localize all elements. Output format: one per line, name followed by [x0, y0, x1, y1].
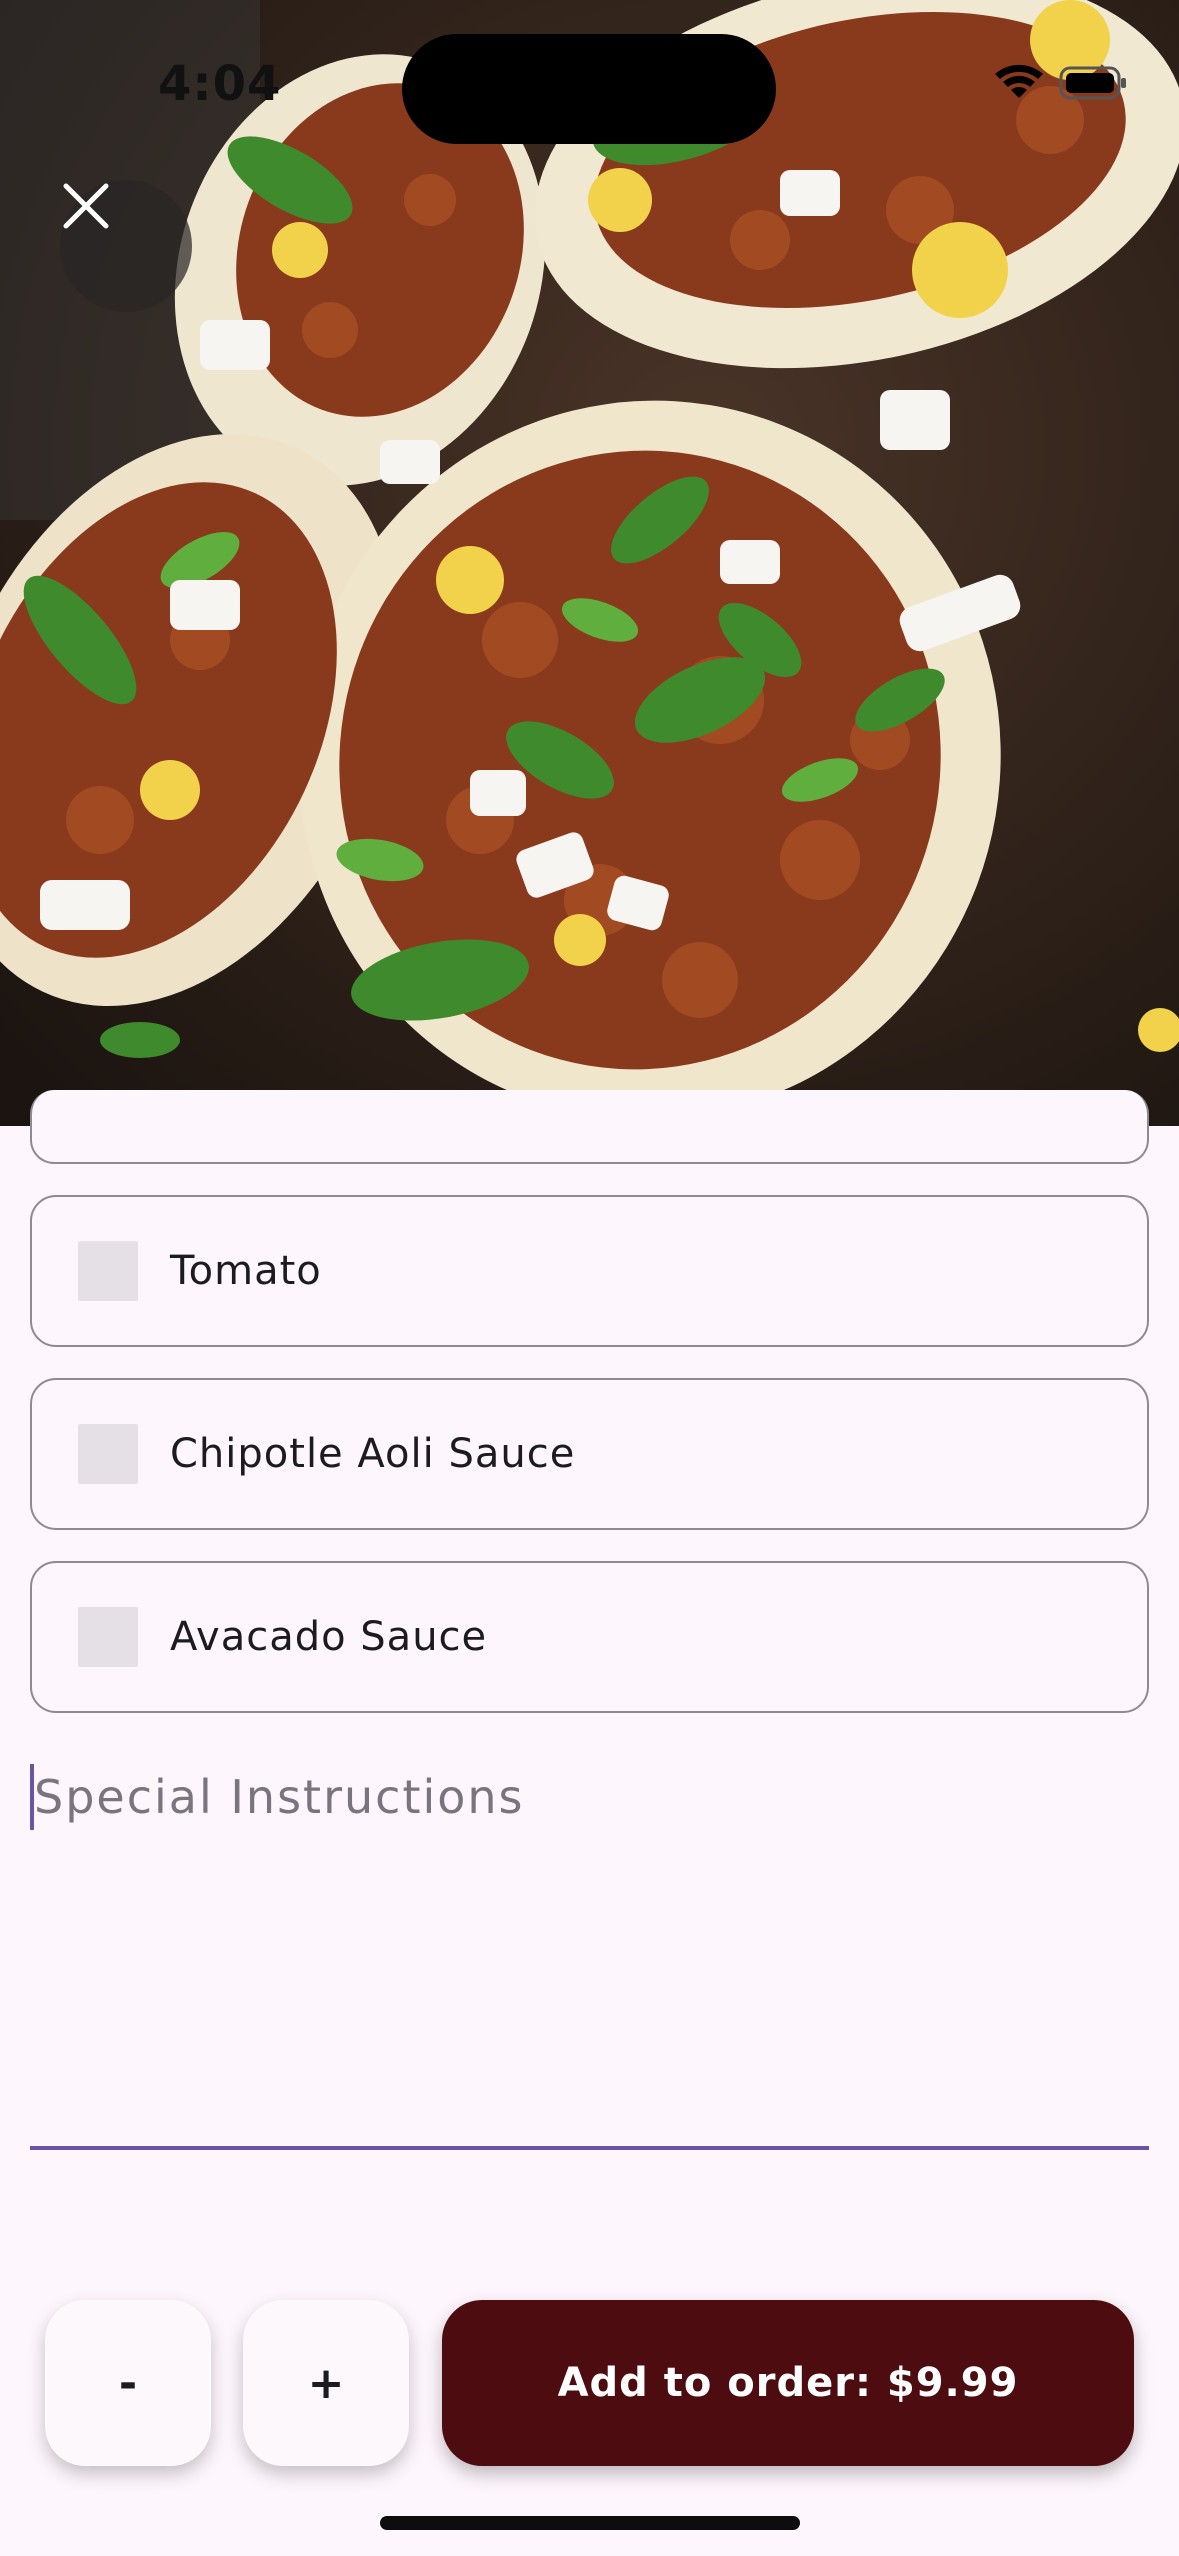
option-label: Avacado Sauce: [170, 1614, 488, 1660]
option-avacado-sauce[interactable]: Avacado Sauce: [30, 1561, 1149, 1713]
dynamic-island: [402, 34, 776, 144]
special-instructions-placeholder: Special Instructions: [34, 1770, 525, 1824]
status-icons: [989, 62, 1129, 102]
battery-icon: [1059, 66, 1126, 100]
option-label: Tomato: [170, 1248, 322, 1294]
field-underline: [30, 2146, 1149, 2150]
special-instructions-field[interactable]: Special Instructions: [30, 1740, 1149, 2150]
tacos-photo: [0, 0, 1179, 1126]
checkbox[interactable]: [78, 1241, 138, 1301]
close-icon: [63, 183, 109, 229]
close-button[interactable]: [60, 180, 192, 312]
decrement-button[interactable]: -: [45, 2300, 211, 2466]
hero-image: 4:04: [0, 0, 1179, 1126]
option-label: Chipotle Aoli Sauce: [170, 1431, 576, 1477]
item-detail-screen: 4:04 Tomato Chipotle Aoli Sauce Avacado …: [0, 0, 1179, 2556]
status-time: 4:04: [158, 56, 282, 112]
option-chipotle-aoli-sauce[interactable]: Chipotle Aoli Sauce: [30, 1378, 1149, 1530]
wifi-icon: [995, 64, 1043, 98]
option-tomato[interactable]: Tomato: [30, 1195, 1149, 1347]
option-card-partial[interactable]: [30, 1090, 1149, 1164]
add-to-order-button[interactable]: Add to order: $9.99: [442, 2300, 1134, 2466]
home-indicator[interactable]: [380, 2516, 800, 2530]
checkbox[interactable]: [78, 1607, 138, 1667]
increment-button[interactable]: +: [243, 2300, 409, 2466]
checkbox[interactable]: [78, 1424, 138, 1484]
